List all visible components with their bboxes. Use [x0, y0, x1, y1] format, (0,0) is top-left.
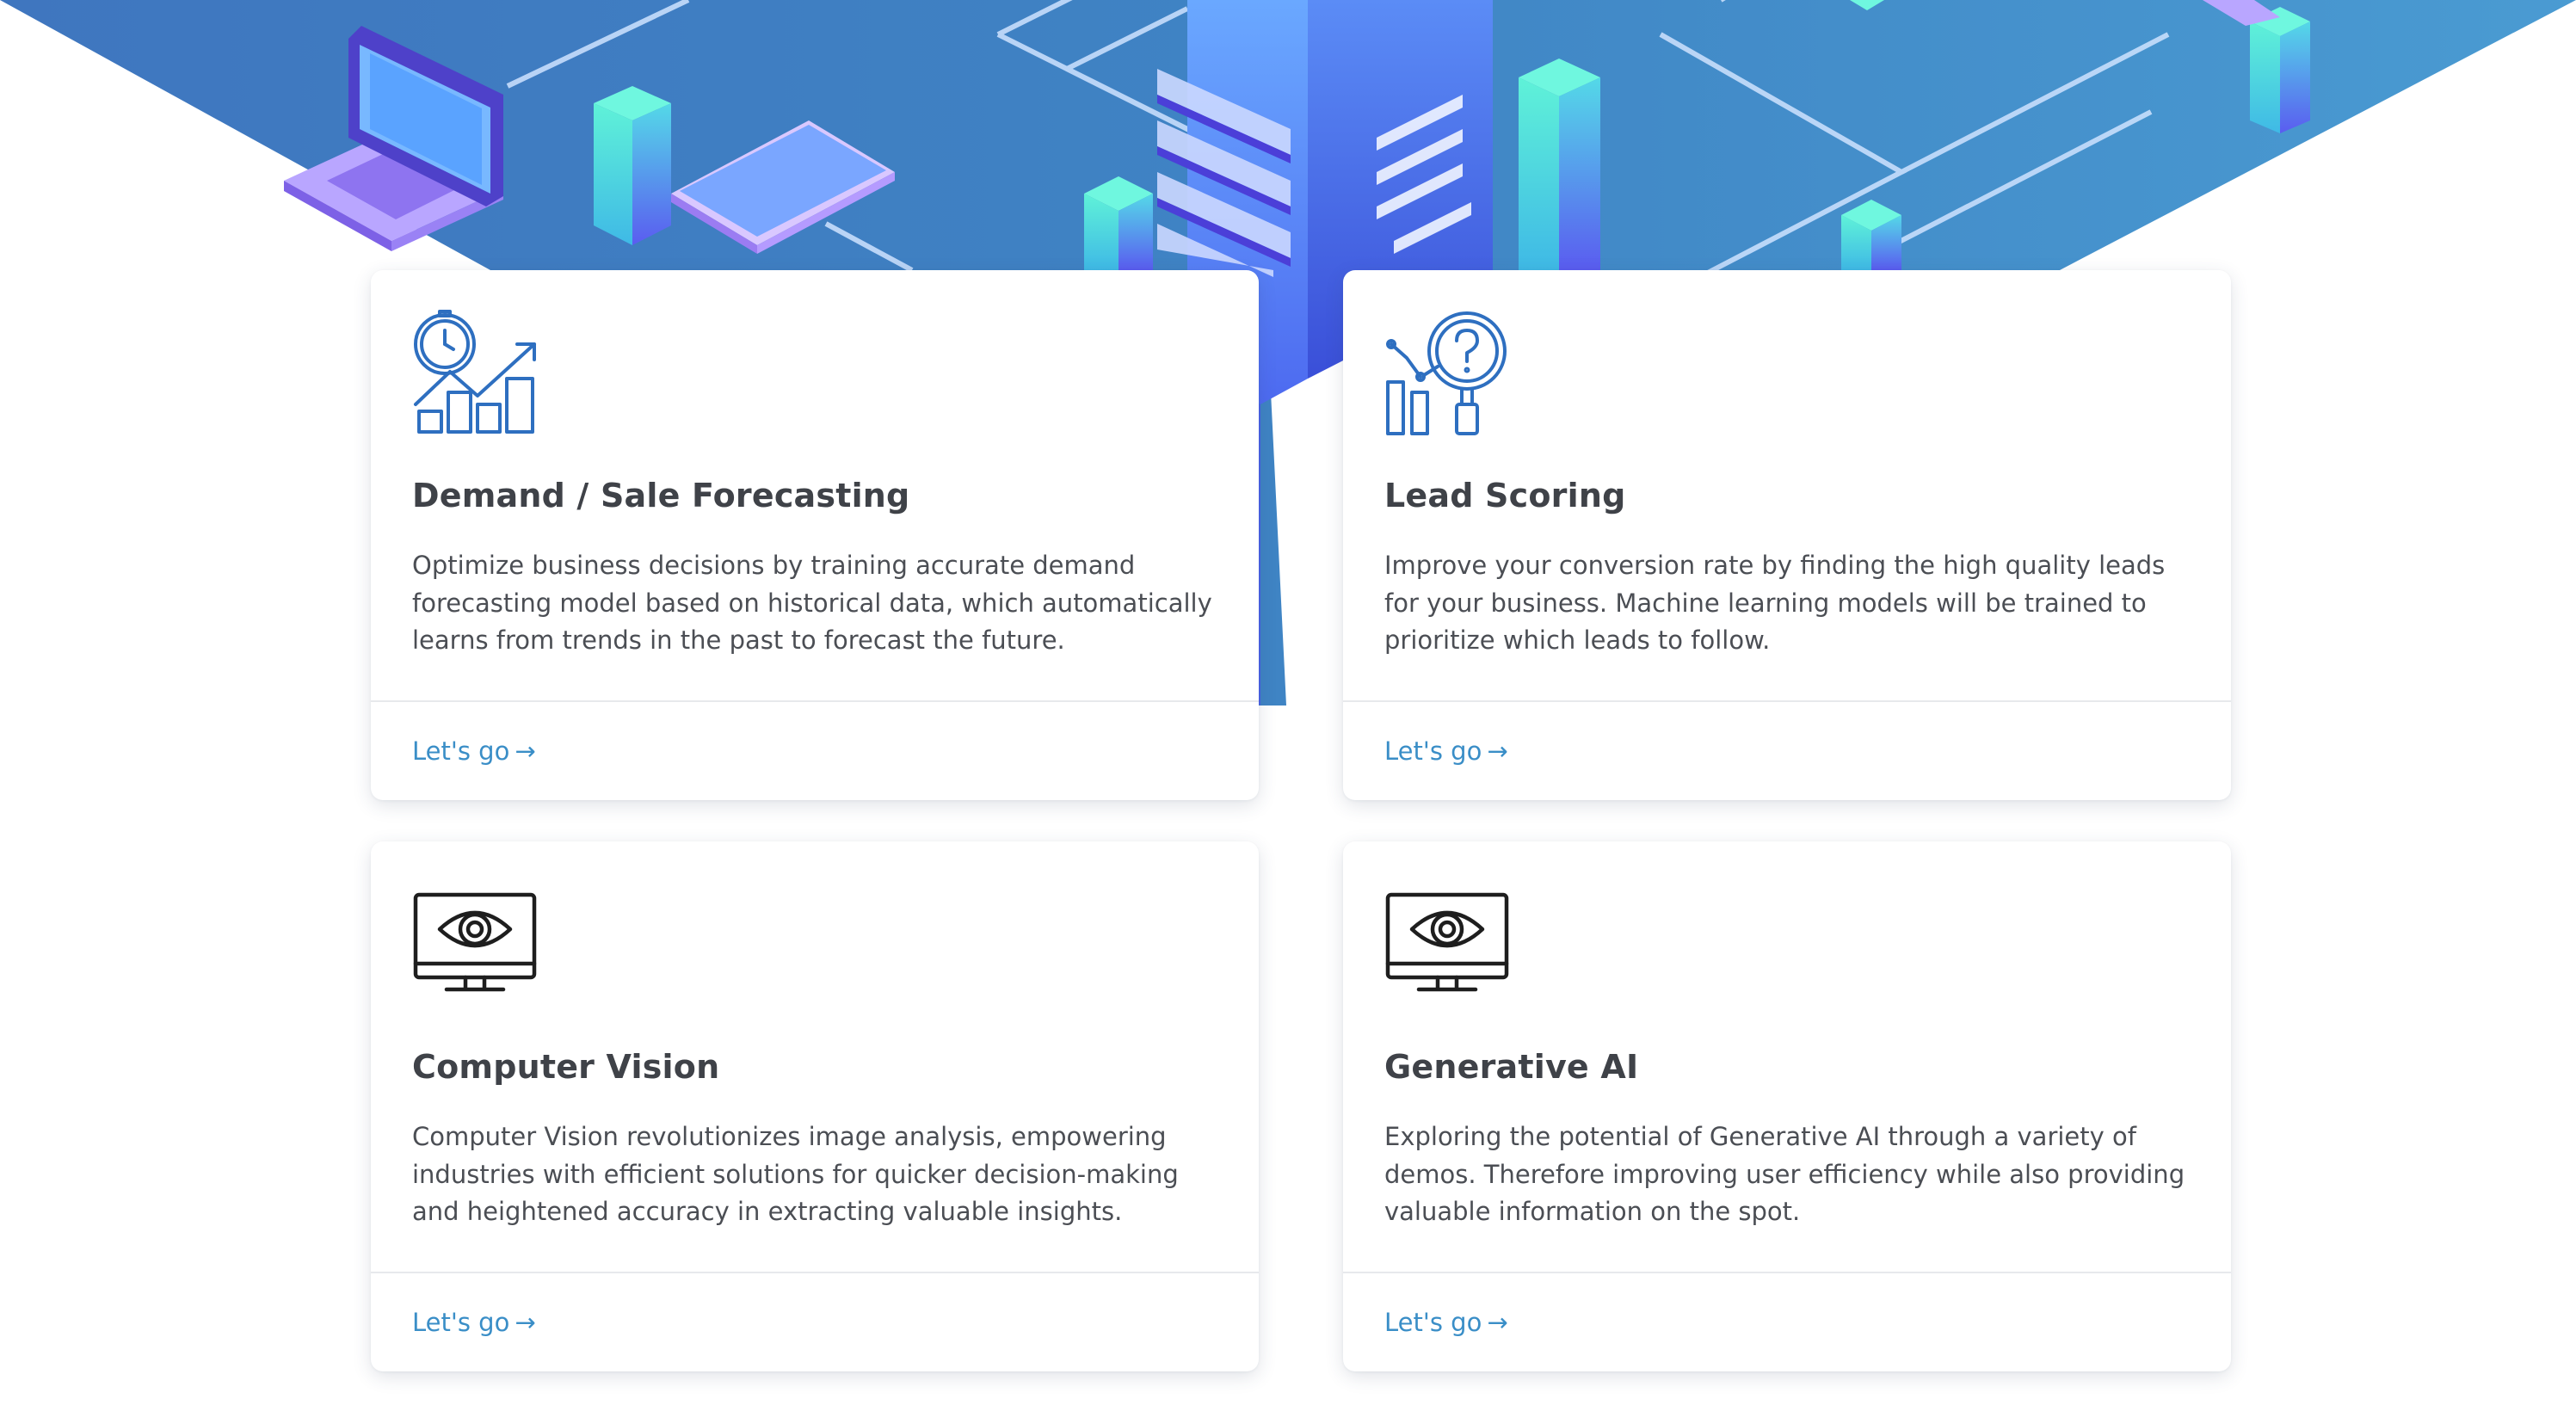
- link-label: Let's go: [1384, 736, 1482, 766]
- lets-go-link[interactable]: Let's go →: [1384, 736, 1508, 766]
- lets-go-link[interactable]: Let's go →: [1384, 1308, 1508, 1337]
- card-description: Improve your conversion rate by finding …: [1384, 551, 2166, 655]
- card-body: Generative AI Exploring the potential of…: [1343, 841, 2231, 1273]
- forecast-chart-icon: [414, 310, 536, 434]
- arrow-right-icon: →: [515, 736, 536, 766]
- cube-stack-mid: [1084, 176, 1153, 270]
- card-lead-scoring: Lead Scoring Improve your conversion rat…: [1343, 270, 2231, 800]
- card-footer: Let's go →: [371, 1273, 1259, 1371]
- card-title: Computer Vision: [412, 1048, 720, 1086]
- card-title: Demand / Sale Forecasting: [412, 477, 910, 514]
- card-description: Exploring the potential of Generative AI…: [1384, 1122, 2185, 1226]
- cube-stack-far: [1841, 200, 1901, 270]
- card-footer: Let's go →: [1343, 702, 2231, 800]
- tablet-illustration: [671, 120, 895, 254]
- lead-magnifier-icon: [1386, 311, 1507, 435]
- card-body: Demand / Sale Forecasting Optimize busin…: [371, 270, 1259, 702]
- card-title: Lead Scoring: [1384, 477, 1626, 514]
- lets-go-link[interactable]: Let's go →: [412, 1308, 536, 1337]
- laptop-illustration: [284, 26, 503, 251]
- monitor-eye-icon: [413, 892, 537, 992]
- card-body: Computer Vision Computer Vision revoluti…: [371, 841, 1259, 1273]
- card-computer-vision: Computer Vision Computer Vision revoluti…: [371, 841, 1259, 1371]
- arrow-right-icon: →: [1487, 1308, 1508, 1337]
- link-label: Let's go: [412, 1308, 510, 1337]
- card-demand-forecasting: Demand / Sale Forecasting Optimize busin…: [371, 270, 1259, 800]
- arrow-right-icon: →: [515, 1308, 536, 1337]
- arrow-right-icon: →: [1487, 736, 1508, 766]
- cube-stack-top-right: [2250, 7, 2310, 133]
- lets-go-link[interactable]: Let's go →: [412, 736, 536, 766]
- card-generative-ai: Generative AI Exploring the potential of…: [1343, 841, 2231, 1371]
- link-label: Let's go: [1384, 1308, 1482, 1337]
- cube-stack-right: [1519, 59, 1600, 270]
- card-title: Generative AI: [1384, 1048, 1639, 1086]
- card-description: Computer Vision revolutionizes image ana…: [412, 1122, 1179, 1226]
- card-footer: Let's go →: [1343, 1273, 2231, 1371]
- link-label: Let's go: [412, 736, 510, 766]
- monitor-eye-icon: [1385, 892, 1509, 992]
- solutions-grid: Demand / Sale Forecasting Optimize busin…: [371, 270, 2234, 1371]
- cube-stack-left: [594, 86, 671, 245]
- card-footer: Let's go →: [371, 702, 1259, 800]
- card-description: Optimize business decisions by training …: [412, 551, 1212, 655]
- card-body: Lead Scoring Improve your conversion rat…: [1343, 270, 2231, 702]
